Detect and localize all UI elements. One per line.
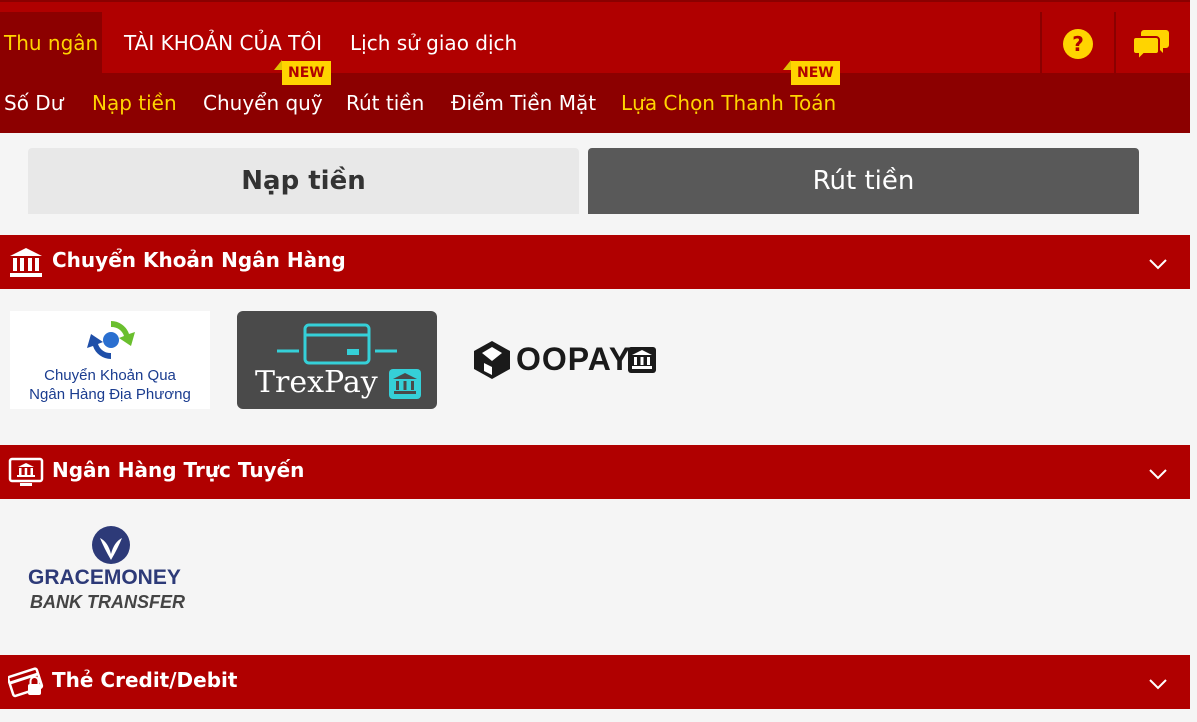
bank-icon — [389, 369, 421, 399]
new-badge: NEW — [274, 60, 331, 85]
subtab-withdraw[interactable]: Rút tiền — [346, 73, 424, 133]
subtab-deposit[interactable]: Nạp tiền — [92, 73, 177, 133]
section-title: Chuyển Khoản Ngân Hàng — [52, 248, 346, 272]
bank-icon — [10, 248, 42, 277]
tab-transaction-history[interactable]: Lịch sử giao dịch — [346, 12, 521, 75]
deposit-toggle-button[interactable]: Nạp tiền — [28, 148, 579, 214]
section-title: Thẻ Credit/Debit — [52, 668, 238, 692]
help-icon: ? — [1062, 28, 1093, 59]
chat-icon — [1131, 29, 1169, 61]
local-bank-transfer-logo[interactable]: Chuyển Khoản Qua Ngân Hàng Địa Phương — [10, 311, 210, 409]
local-bank-logo-line2: Ngân Hàng Địa Phương — [29, 386, 191, 403]
local-bank-logo-line1: Chuyển Khoản Qua — [44, 367, 176, 384]
chevron-down-icon[interactable] — [1148, 254, 1168, 274]
online-bank-icon — [8, 457, 44, 486]
card-icon — [277, 323, 397, 365]
help-button[interactable]: ? — [1040, 12, 1113, 75]
chevron-down-icon[interactable] — [1148, 464, 1168, 484]
trexpay-logo[interactable]: TrexPay — [237, 311, 437, 409]
section-title: Ngân Hàng Trực Tuyến — [52, 458, 305, 482]
svg-text:?: ? — [1072, 32, 1084, 56]
subtab-cash-points[interactable]: Điểm Tiền Mặt — [451, 73, 596, 133]
withdraw-toggle-button[interactable]: Rút tiền — [588, 148, 1139, 214]
trexpay-logo-text: TrexPay — [255, 365, 378, 400]
credit-card-icon — [8, 667, 44, 698]
top-tab-bar: Thu ngân TÀI KHOẢN CỦA TÔI Lịch sử giao … — [0, 0, 1190, 75]
gracemoney-mark-icon — [92, 526, 130, 564]
bank-icon — [628, 347, 656, 373]
subtab-balance[interactable]: Số Dư — [4, 73, 63, 133]
gracemoney-logo-line2: BANK TRANSFER — [30, 592, 185, 612]
chevron-down-icon[interactable] — [1148, 674, 1168, 694]
chat-button[interactable] — [1114, 12, 1187, 75]
gracemoney-logo-line1: GRACEMONEY — [28, 566, 181, 589]
oopay-mark-icon — [474, 341, 510, 379]
new-badge: NEW — [783, 60, 840, 85]
refresh-arrows-icon — [87, 321, 135, 359]
oopay-logo-text: OOPAY — [516, 341, 632, 377]
gracemoney-logo[interactable]: GRACEMONEY BANK TRANSFER — [22, 522, 202, 617]
section-online-banking[interactable]: Ngân Hàng Trực Tuyến — [0, 445, 1190, 499]
tab-cashier[interactable]: Thu ngân — [0, 12, 103, 75]
sub-tab-bar: Số Dư Nạp tiền Chuyển quỹ Rút tiền Điểm … — [0, 73, 1190, 133]
section-credit-debit-card[interactable]: Thẻ Credit/Debit — [0, 655, 1190, 709]
section-bank-transfer[interactable]: Chuyển Khoản Ngân Hàng — [0, 235, 1190, 289]
oopay-logo[interactable]: OOPAY — [470, 335, 660, 385]
